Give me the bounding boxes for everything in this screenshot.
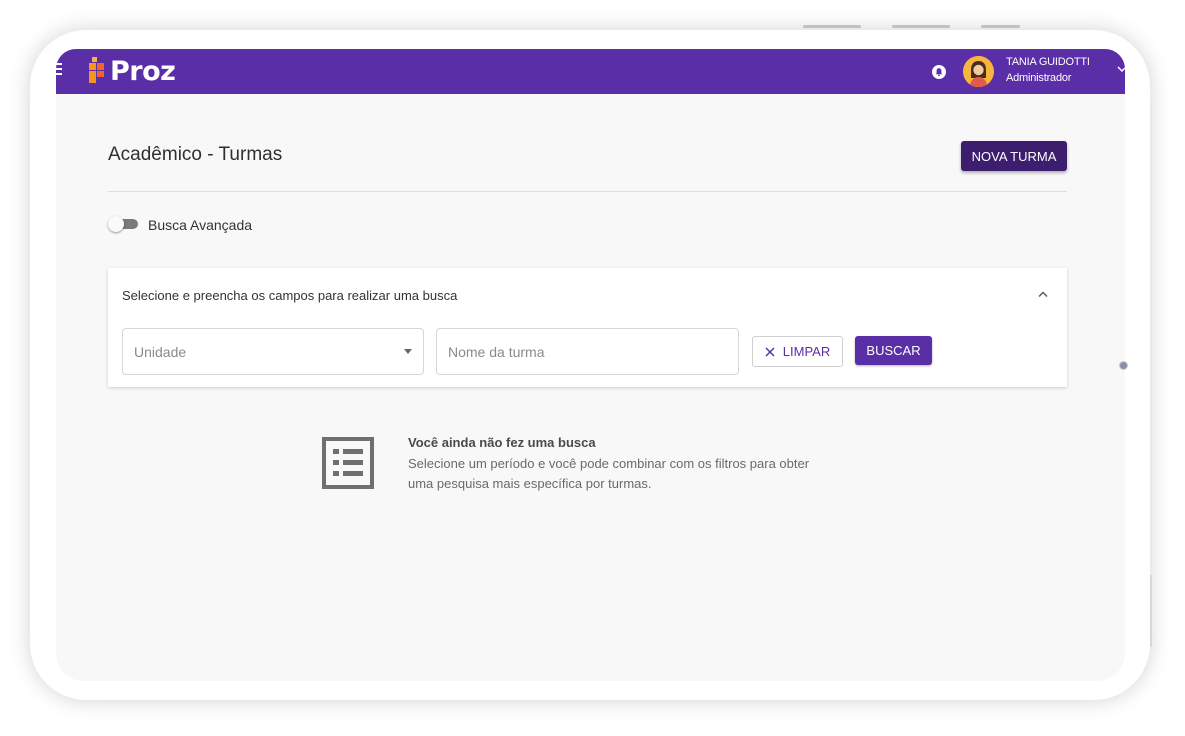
limpar-label: LIMPAR (782, 344, 831, 359)
advanced-search-toggle[interactable] (108, 216, 138, 232)
indicator-2 (892, 25, 950, 28)
list-icon (322, 437, 374, 489)
app-screen: Proz TANIA GUIDOTTI Administrador Acadêm… (56, 49, 1125, 681)
close-icon (765, 346, 775, 357)
chevron-down-icon[interactable] (1117, 65, 1125, 73)
logo-mark-icon (89, 57, 104, 83)
side-button-dot (1119, 361, 1128, 370)
title-divider (108, 191, 1067, 192)
empty-state-description: Selecione um período e você pode combina… (408, 456, 810, 491)
buscar-button[interactable]: BUSCAR (855, 336, 932, 365)
indicator-3 (981, 25, 1020, 28)
search-panel: Selecione e preencha os campos para real… (108, 268, 1067, 387)
unidade-placeholder: Unidade (134, 344, 187, 360)
user-role: Administrador (1006, 72, 1072, 84)
nova-turma-button[interactable]: NOVA TURMA (961, 141, 1067, 171)
chevron-up-icon[interactable] (1037, 290, 1049, 298)
avatar[interactable] (963, 56, 994, 87)
menu-icon[interactable] (56, 63, 64, 75)
page-title: Acadêmico - Turmas (108, 144, 283, 165)
search-panel-header[interactable]: Selecione e preencha os campos para real… (122, 288, 457, 303)
indicator-1 (803, 25, 861, 28)
advanced-search-label[interactable]: Busca Avançada (148, 217, 252, 233)
app-bar: Proz TANIA GUIDOTTI Administrador (56, 49, 1125, 94)
dropdown-arrow-icon (404, 349, 412, 354)
bell-icon[interactable] (932, 65, 946, 79)
avatar-icon (963, 56, 994, 87)
limpar-button[interactable]: LIMPAR (752, 336, 843, 367)
logo[interactable]: Proz (89, 53, 176, 89)
toggle-thumb (108, 216, 124, 232)
user-name[interactable]: TANIA GUIDOTTI (1006, 56, 1090, 68)
nome-turma-input[interactable]: Nome da turma (436, 328, 739, 375)
unidade-select[interactable]: Unidade (122, 328, 424, 375)
empty-state-title: Você ainda não fez uma busca (408, 435, 596, 450)
side-button-line (1150, 575, 1152, 647)
nome-turma-placeholder: Nome da turma (448, 344, 545, 360)
logo-text: Proz (110, 55, 176, 87)
